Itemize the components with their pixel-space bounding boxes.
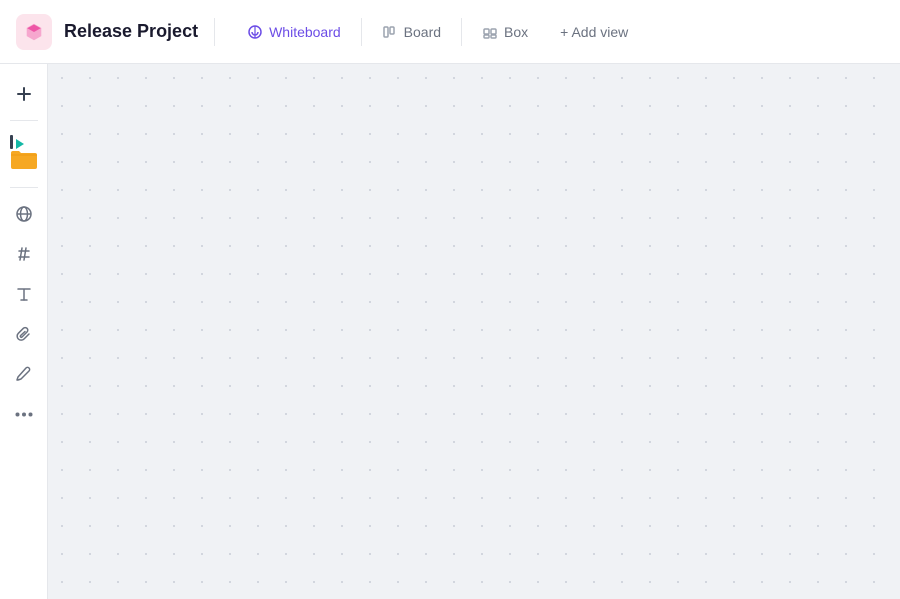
toolbar-separator-1 — [10, 120, 38, 121]
sidebar-toolbar — [0, 64, 48, 599]
box-icon — [482, 24, 498, 40]
tab-whiteboard[interactable]: Whiteboard — [235, 18, 353, 46]
whiteboard-icon — [247, 24, 263, 40]
add-view-label: + Add view — [560, 24, 628, 40]
project-title: Release Project — [64, 21, 198, 42]
whiteboard-canvas[interactable] — [48, 64, 900, 599]
tab-divider-1 — [361, 18, 362, 46]
board-icon — [382, 24, 398, 40]
tab-board[interactable]: Board — [370, 18, 453, 46]
more-button[interactable] — [6, 396, 42, 432]
header-divider — [214, 18, 215, 46]
tab-divider-2 — [461, 18, 462, 46]
attach-button[interactable] — [6, 316, 42, 352]
text-button[interactable] — [6, 276, 42, 312]
tab-box-label: Box — [504, 24, 528, 40]
media-button[interactable] — [2, 129, 46, 179]
hash-button[interactable] — [6, 236, 42, 272]
draw-button[interactable] — [6, 356, 42, 392]
tab-board-label: Board — [404, 24, 441, 40]
add-button[interactable] — [6, 76, 42, 112]
tab-whiteboard-label: Whiteboard — [269, 24, 341, 40]
project-icon — [16, 14, 52, 50]
header: Release Project Whiteboard Bo — [0, 0, 900, 64]
main-container — [0, 64, 900, 599]
tab-box[interactable]: Box — [470, 18, 540, 46]
nav-tabs: Whiteboard Board — [235, 18, 640, 46]
add-view-button[interactable]: + Add view — [548, 18, 640, 46]
globe-button[interactable] — [6, 196, 42, 232]
toolbar-separator-2 — [10, 187, 38, 188]
